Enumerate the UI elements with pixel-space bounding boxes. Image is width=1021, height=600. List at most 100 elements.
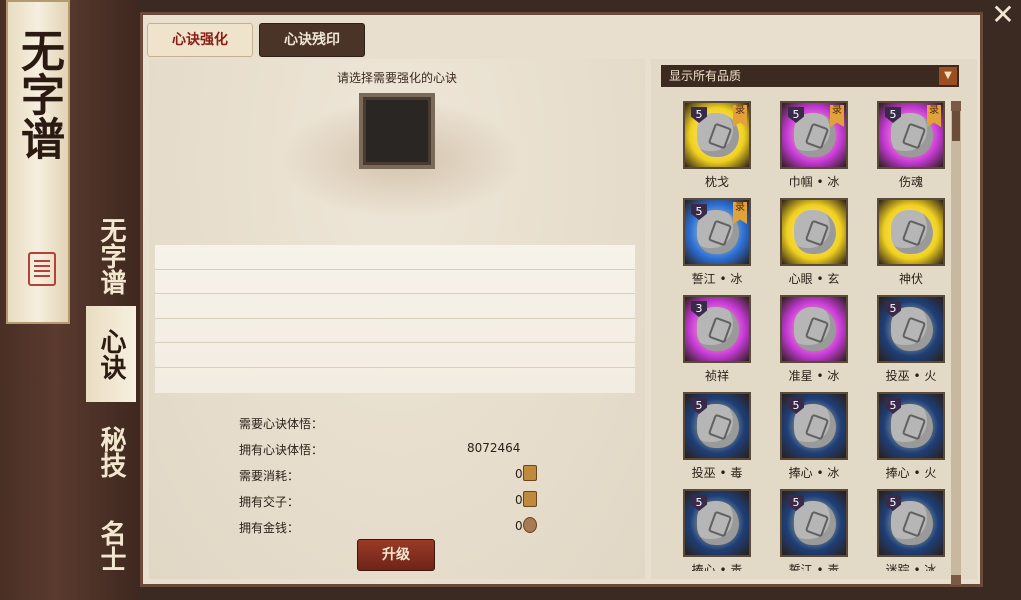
skill-name: 誓江 • 毒 bbox=[788, 563, 840, 571]
skill-icon: 5 bbox=[683, 392, 751, 460]
skill-card[interactable]: 5 投巫 • 火 bbox=[865, 295, 951, 392]
enhance-panel: 请选择需要强化的心诀 需要心诀体悟： 拥有心诀体悟： 8072464 需要消耗：… bbox=[149, 59, 645, 579]
stat-label: 拥有心诀体悟： bbox=[239, 443, 324, 457]
stat-label: 拥有交子： bbox=[239, 495, 300, 509]
nav-item-miji[interactable]: 秘技 bbox=[86, 408, 136, 496]
side-nav: 无字谱 心诀 秘技 名士 bbox=[86, 210, 136, 600]
nav-item-mingshi[interactable]: 名士 bbox=[86, 502, 136, 590]
skill-card[interactable]: 5 录伤魂 bbox=[865, 101, 951, 198]
skill-name: 投巫 • 火 bbox=[885, 369, 937, 383]
skill-list-panel: 显示所有品质 ▼ 5 录枕戈 5 录巾帼 • 冰 5 录伤魂 5 录誓江 • 冰心眼 • 玄神… bbox=[651, 59, 977, 585]
scrollbar[interactable] bbox=[951, 101, 961, 585]
skill-name: 捧心 • 火 bbox=[885, 466, 937, 480]
skill-name: 神伏 bbox=[898, 272, 923, 286]
rune-stone-icon bbox=[794, 501, 836, 545]
skill-name: 伤魂 bbox=[898, 175, 923, 189]
close-button[interactable]: ✕ bbox=[987, 0, 1019, 30]
rune-stone-icon bbox=[794, 113, 836, 157]
skill-icon bbox=[780, 295, 848, 363]
skill-card[interactable]: 准星 • 冰 bbox=[768, 295, 864, 392]
skill-card[interactable]: 5 捧心 • 冰 bbox=[768, 392, 864, 489]
rune-stone-icon bbox=[697, 404, 739, 448]
scroll-thumb[interactable] bbox=[952, 111, 960, 141]
description-box bbox=[155, 245, 635, 393]
title-scroll-banner: 无字谱 bbox=[6, 0, 70, 324]
stat-row: 需要消耗： 0 bbox=[239, 463, 559, 489]
dropdown-arrow-icon[interactable]: ▼ bbox=[939, 67, 957, 85]
rune-stone-icon bbox=[697, 307, 739, 351]
token-icon bbox=[523, 491, 537, 507]
skill-card[interactable]: 心眼 • 玄 bbox=[768, 198, 864, 295]
gold-coin-icon bbox=[523, 517, 537, 533]
quality-filter-select[interactable]: 显示所有品质 ▼ bbox=[661, 65, 959, 87]
selected-skill-slot[interactable] bbox=[359, 93, 435, 169]
skill-name: 捧心 • 毒 bbox=[691, 563, 743, 571]
skill-icon bbox=[877, 198, 945, 266]
rune-stone-icon bbox=[794, 210, 836, 254]
stat-value: 0 bbox=[515, 493, 523, 507]
resource-stats: 需要心诀体悟： 拥有心诀体悟： 8072464 需要消耗： 0 拥有交子： 0 … bbox=[239, 411, 559, 541]
tab-enhance[interactable]: 心诀强化 bbox=[147, 23, 253, 57]
skill-icon: 3 bbox=[683, 295, 751, 363]
skill-card[interactable]: 5 录枕戈 bbox=[671, 101, 767, 198]
stat-label: 需要消耗： bbox=[239, 469, 300, 483]
scroll-down-button[interactable] bbox=[951, 575, 961, 585]
upgrade-button[interactable]: 升级 bbox=[357, 539, 435, 571]
skill-icon: 5录 bbox=[780, 101, 848, 169]
rune-stone-icon bbox=[794, 404, 836, 448]
skill-card[interactable]: 5 迷踪 • 冰 bbox=[865, 489, 951, 571]
main-panel: 心诀强化 心诀残印 请选择需要强化的心诀 需要心诀体悟： 拥有心诀体悟： 807… bbox=[140, 12, 983, 587]
scroll-up-button[interactable] bbox=[951, 101, 961, 111]
left-frame: 无字谱 无字谱 心诀 秘技 名士 bbox=[0, 0, 140, 600]
description-line bbox=[155, 343, 635, 368]
skill-name: 迷踪 • 冰 bbox=[885, 563, 937, 571]
skill-icon: 5录 bbox=[683, 101, 751, 169]
rune-stone-icon bbox=[794, 307, 836, 351]
banner-title: 无字谱 bbox=[13, 28, 64, 160]
skill-name: 誓江 • 冰 bbox=[691, 272, 743, 286]
skill-card[interactable]: 5 投巫 • 毒 bbox=[671, 392, 767, 489]
skill-name: 投巫 • 毒 bbox=[691, 466, 743, 480]
stat-row: 需要心诀体悟： bbox=[239, 411, 559, 437]
nav-item-wuzipu[interactable]: 无字谱 bbox=[86, 210, 136, 302]
rune-stone-icon bbox=[891, 404, 933, 448]
skill-card[interactable]: 5 誓江 • 毒 bbox=[768, 489, 864, 571]
seal-icon bbox=[28, 252, 56, 286]
stat-value: 0 bbox=[515, 467, 523, 481]
rune-stone-icon bbox=[697, 113, 739, 157]
rune-stone-icon bbox=[891, 307, 933, 351]
skill-card[interactable]: 5 捧心 • 毒 bbox=[671, 489, 767, 571]
nav-item-label: 无字谱 bbox=[96, 217, 126, 295]
rune-stone-icon bbox=[891, 113, 933, 157]
stat-row: 拥有心诀体悟： 8072464 bbox=[239, 437, 559, 463]
skill-grid: 5 录枕戈 5 录巾帼 • 冰 5 录伤魂 5 录誓江 • 冰心眼 • 玄神伏 3 祯祥 准星 • … bbox=[671, 101, 951, 571]
skill-name: 祯祥 bbox=[704, 369, 729, 383]
rune-stone-icon bbox=[697, 501, 739, 545]
skill-name: 巾帼 • 冰 bbox=[788, 175, 840, 189]
skill-card[interactable]: 5 录巾帼 • 冰 bbox=[768, 101, 864, 198]
skill-icon: 5 bbox=[877, 295, 945, 363]
skill-card[interactable]: 5 捧心 • 火 bbox=[865, 392, 951, 489]
rune-stone-icon bbox=[891, 501, 933, 545]
skill-card[interactable]: 神伏 bbox=[865, 198, 951, 295]
skill-icon: 5 bbox=[877, 489, 945, 557]
skill-icon: 5 bbox=[780, 392, 848, 460]
description-line bbox=[155, 319, 635, 344]
description-line bbox=[155, 294, 635, 319]
nav-item-label: 名士 bbox=[96, 520, 126, 572]
nav-item-xinjue[interactable]: 心诀 bbox=[86, 306, 136, 402]
skill-card[interactable]: 5 录誓江 • 冰 bbox=[671, 198, 767, 295]
stat-label: 需要心诀体悟： bbox=[239, 417, 324, 431]
tab-residue[interactable]: 心诀残印 bbox=[259, 23, 365, 57]
select-prompt: 请选择需要强化的心诀 bbox=[336, 71, 457, 85]
recorded-tag-badge: 录 bbox=[733, 105, 747, 127]
skill-icon bbox=[780, 198, 848, 266]
skill-name: 心眼 • 玄 bbox=[788, 272, 840, 286]
description-line bbox=[155, 270, 635, 295]
rune-stone-icon bbox=[891, 210, 933, 254]
skill-icon: 5录 bbox=[877, 101, 945, 169]
skill-card[interactable]: 3 祯祥 bbox=[671, 295, 767, 392]
stat-label: 拥有金钱： bbox=[239, 521, 300, 535]
nav-item-label: 秘技 bbox=[96, 426, 126, 478]
filter-label: 显示所有品质 bbox=[669, 69, 742, 83]
